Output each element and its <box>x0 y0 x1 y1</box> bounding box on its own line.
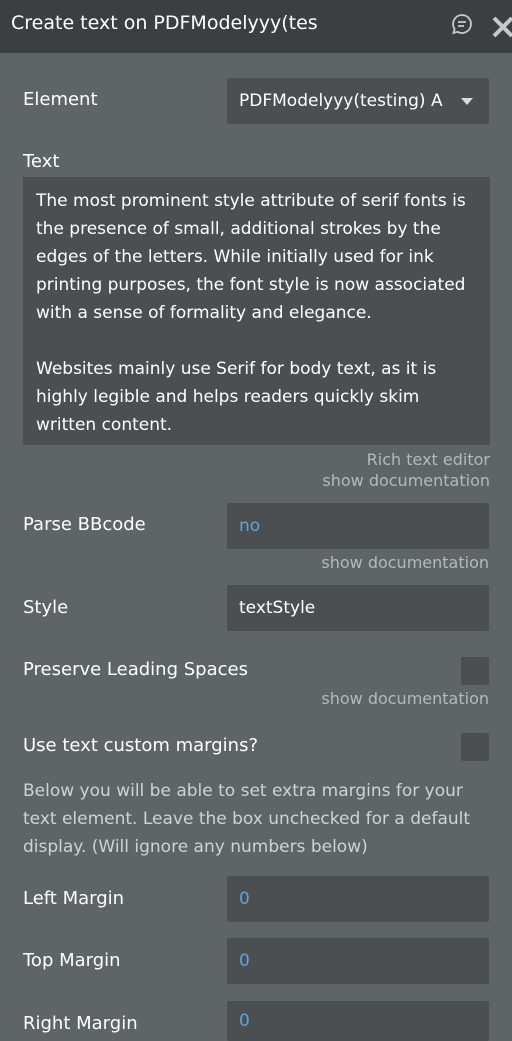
left-margin-label: Left Margin <box>23 888 125 909</box>
preserve-leading-spaces-checkbox[interactable] <box>461 657 489 685</box>
preserve-spaces-show-documentation-link[interactable]: show documentation <box>321 689 489 708</box>
comment-icon[interactable] <box>451 13 473 35</box>
text-label: Text <box>23 151 60 172</box>
custom-margins-checkbox[interactable] <box>461 733 489 761</box>
right-margin-input[interactable]: 0 <box>227 1001 489 1041</box>
panel-title: Create text on PDFModelyyy(tes <box>11 12 318 34</box>
parse-bbcode-show-documentation-link[interactable]: show documentation <box>321 553 489 572</box>
parse-bbcode-label: Parse BBcode <box>23 514 146 535</box>
top-margin-input[interactable]: 0 <box>227 938 489 984</box>
right-margin-label: Right Margin <box>23 1013 138 1034</box>
text-content-editor[interactable]: The most prominent style attribute of se… <box>23 177 490 445</box>
element-dropdown-value: PDFModelyyy(testing) A <box>239 91 443 111</box>
text-show-documentation-link[interactable]: show documentation <box>322 471 490 490</box>
left-margin-input[interactable]: 0 <box>227 876 489 922</box>
parse-bbcode-field[interactable]: no <box>227 503 489 549</box>
top-margin-label: Top Margin <box>23 950 121 971</box>
custom-margins-label: Use text custom margins? <box>23 735 259 756</box>
element-dropdown[interactable]: PDFModelyyy(testing) A <box>227 78 489 124</box>
preserve-leading-spaces-label: Preserve Leading Spaces <box>23 659 248 680</box>
element-label: Element <box>23 89 98 110</box>
close-icon[interactable] <box>490 13 512 39</box>
style-label: Style <box>23 597 69 618</box>
style-dropdown[interactable]: textStyle <box>227 585 489 631</box>
custom-margins-description: Below you will be able to set extra marg… <box>23 781 471 857</box>
chevron-down-icon <box>461 98 473 105</box>
rich-text-editor-link[interactable]: Rich text editor <box>367 450 490 469</box>
panel-header: Create text on PDFModelyyy(tes <box>0 0 512 53</box>
